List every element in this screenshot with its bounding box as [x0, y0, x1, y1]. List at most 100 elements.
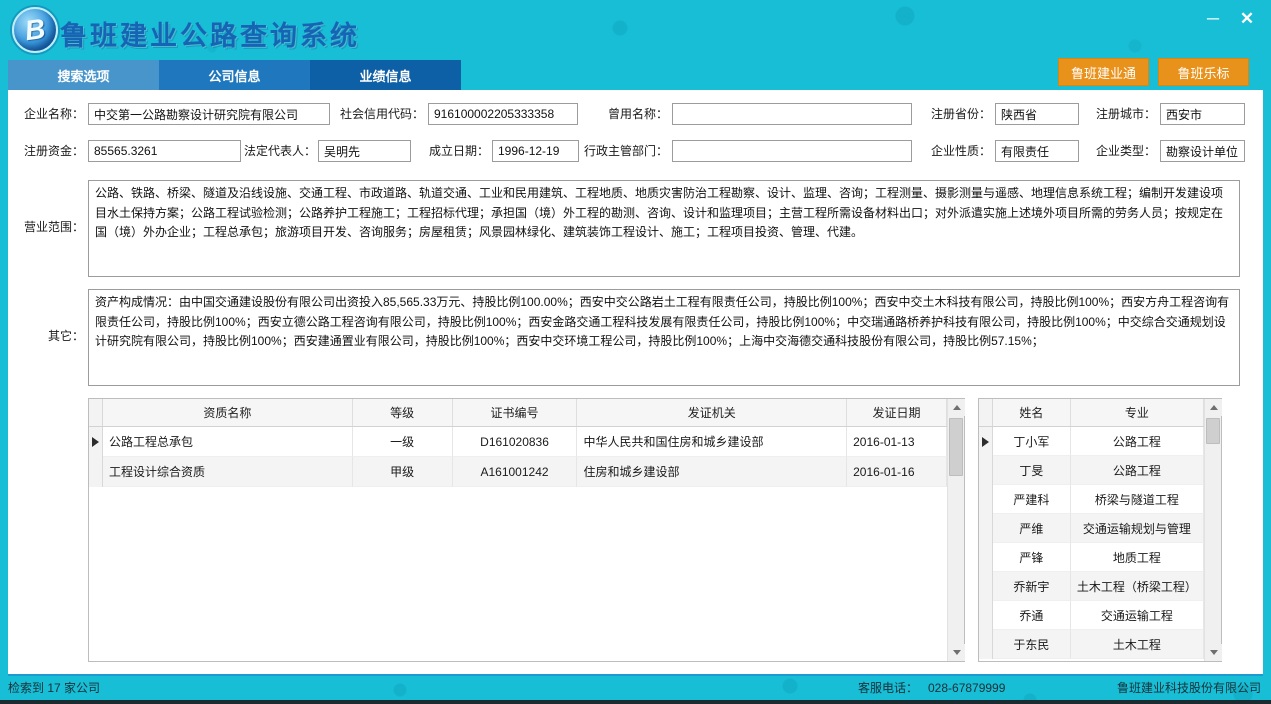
row-header-cell[interactable] — [979, 456, 993, 485]
personnel-vertical-scrollbar[interactable] — [1204, 399, 1221, 661]
luban-lebiao-button[interactable]: 鲁班乐标 — [1158, 58, 1249, 86]
legal-rep-input[interactable] — [318, 140, 411, 162]
column-header[interactable]: 发证机关 — [577, 399, 847, 426]
table-cell[interactable]: 乔通 — [993, 601, 1071, 630]
app-title: 鲁班建业公路查询系统 — [60, 14, 360, 53]
city-input[interactable] — [1160, 103, 1245, 125]
company-name-input[interactable] — [88, 103, 330, 125]
row-header-cell[interactable] — [979, 601, 993, 630]
table-cell[interactable]: 严维 — [993, 514, 1071, 543]
table-row[interactable]: 于东民土木工程 — [979, 630, 1204, 659]
status-bar: 检索到 17 家公司 客服电话： 028-67879999 鲁班建业科技股份有限… — [0, 676, 1271, 700]
scrollbar-down-icon[interactable] — [948, 644, 965, 661]
type-input[interactable] — [1160, 140, 1245, 162]
table-cell[interactable]: 丁小军 — [993, 427, 1071, 456]
other-textarea[interactable]: 资产构成情况：由中国交通建设股份有限公司出资投入85,565.33万元、持股比例… — [88, 289, 1240, 386]
nature-label: 企业性质： — [916, 140, 991, 162]
table-row[interactable]: 丁旻公路工程 — [979, 456, 1204, 485]
column-header[interactable]: 等级 — [353, 399, 453, 426]
row-header-cell[interactable] — [979, 572, 993, 601]
scrollbar-down-icon[interactable] — [1205, 644, 1222, 661]
table-row[interactable]: 严建科桥梁与隧道工程 — [979, 485, 1204, 514]
table-row[interactable]: 公路工程总承包一级D161020836中华人民共和国住房和城乡建设部2016-0… — [89, 427, 947, 457]
row-header-stub — [979, 399, 993, 426]
personnel-table: 姓名专业丁小军公路工程丁旻公路工程严建科桥梁与隧道工程严维交通运输规划与管理严锋… — [978, 398, 1222, 662]
table-cell[interactable]: 交通运输工程 — [1071, 601, 1204, 630]
vendor-company-name: 鲁班建业科技股份有限公司 — [1117, 676, 1261, 700]
qualifications-vertical-scrollbar[interactable] — [947, 399, 964, 661]
table-row[interactable]: 乔新宇土木工程（桥梁工程） — [979, 572, 1204, 601]
app-logo-icon: B — [12, 7, 58, 53]
table-cell[interactable]: 土木工程（桥梁工程） — [1071, 572, 1204, 601]
row-header-cell[interactable] — [89, 457, 103, 487]
table-cell[interactable]: 交通运输规划与管理 — [1071, 514, 1204, 543]
table-cell[interactable]: 2016-01-13 — [847, 427, 947, 457]
scrollbar-thumb[interactable] — [1206, 418, 1220, 444]
table-cell[interactable]: 于东民 — [993, 630, 1071, 659]
table-cell[interactable]: A161001242 — [453, 457, 578, 487]
column-header[interactable]: 证书编号 — [453, 399, 578, 426]
former-name-label: 曾用名称： — [588, 103, 668, 125]
row-header-cell[interactable] — [979, 427, 993, 456]
logo-letter: B — [23, 13, 47, 48]
current-row-arrow-icon — [982, 437, 989, 447]
table-cell[interactable]: 住房和城乡建设部 — [577, 457, 847, 487]
column-header[interactable]: 发证日期 — [847, 399, 947, 426]
table-cell[interactable]: 工程设计综合资质 — [103, 457, 353, 487]
business-scope-textarea[interactable]: 公路、铁路、桥梁、隧道及沿线设施、交通工程、市政道路、轨道交通、工业和民用建筑、… — [88, 180, 1240, 277]
row-header-stub — [89, 399, 103, 426]
result-count-text: 检索到 17 家公司 — [8, 676, 100, 700]
row-header-cell[interactable] — [979, 543, 993, 572]
table-row[interactable]: 乔通交通运输工程 — [979, 601, 1204, 630]
table-cell[interactable]: 公路工程 — [1071, 456, 1204, 485]
table-cell[interactable]: 公路工程 — [1071, 427, 1204, 456]
table-cell[interactable]: 中华人民共和国住房和城乡建设部 — [577, 427, 847, 457]
admin-dept-input[interactable] — [672, 140, 912, 162]
row-header-cell[interactable] — [979, 630, 993, 659]
table-cell[interactable]: 桥梁与隧道工程 — [1071, 485, 1204, 514]
row-header-cell[interactable] — [979, 514, 993, 543]
column-header[interactable]: 姓名 — [993, 399, 1071, 426]
table-row[interactable]: 丁小军公路工程 — [979, 427, 1204, 456]
close-icon[interactable]: ✕ — [1231, 6, 1263, 32]
type-label: 企业类型： — [1082, 140, 1156, 162]
tab-performance-info[interactable]: 业绩信息 — [310, 60, 461, 90]
capital-input[interactable] — [88, 140, 241, 162]
table-cell[interactable]: 严锋 — [993, 543, 1071, 572]
scrollbar-thumb[interactable] — [949, 418, 963, 476]
table-row[interactable]: 工程设计综合资质甲级A161001242住房和城乡建设部2016-01-16 — [89, 457, 947, 487]
row-header-cell[interactable] — [979, 485, 993, 514]
tab-search-options[interactable]: 搜索选项 — [8, 60, 159, 90]
credit-code-input[interactable] — [428, 103, 578, 125]
table-cell[interactable]: 甲级 — [353, 457, 453, 487]
credit-code-label: 社会信用代码： — [330, 103, 424, 125]
table-cell[interactable]: 2016-01-16 — [847, 457, 947, 487]
table-cell[interactable]: 地质工程 — [1071, 543, 1204, 572]
capital-label: 注册资金： — [12, 140, 84, 162]
table-cell[interactable]: 严建科 — [993, 485, 1071, 514]
tab-company-info[interactable]: 公司信息 — [159, 60, 310, 90]
province-input[interactable] — [995, 103, 1079, 125]
nature-input[interactable] — [995, 140, 1079, 162]
table-cell[interactable]: 土木工程 — [1071, 630, 1204, 659]
table-cell[interactable]: D161020836 — [453, 427, 578, 457]
other-label: 其它： — [12, 325, 84, 347]
column-header[interactable]: 资质名称 — [103, 399, 353, 426]
row-header-cell[interactable] — [89, 427, 103, 457]
service-phone-number: 028-67879999 — [928, 676, 1005, 700]
former-name-input[interactable] — [672, 103, 912, 125]
qualifications-table: 资质名称等级证书编号发证机关发证日期公路工程总承包一级D161020836中华人… — [88, 398, 965, 662]
column-header[interactable]: 专业 — [1071, 399, 1204, 426]
table-cell[interactable]: 丁旻 — [993, 456, 1071, 485]
table-row[interactable]: 严维交通运输规划与管理 — [979, 514, 1204, 543]
founded-date-input[interactable] — [492, 140, 579, 162]
scrollbar-up-icon[interactable] — [948, 399, 965, 416]
minimize-icon[interactable]: ─ — [1197, 6, 1229, 32]
scrollbar-up-icon[interactable] — [1205, 399, 1222, 416]
table-row[interactable]: 严锋地质工程 — [979, 543, 1204, 572]
luban-jianyetong-button[interactable]: 鲁班建业通 — [1058, 58, 1149, 86]
window-bottom-edge — [0, 700, 1271, 704]
table-cell[interactable]: 公路工程总承包 — [103, 427, 353, 457]
table-cell[interactable]: 乔新宇 — [993, 572, 1071, 601]
table-cell[interactable]: 一级 — [353, 427, 453, 457]
